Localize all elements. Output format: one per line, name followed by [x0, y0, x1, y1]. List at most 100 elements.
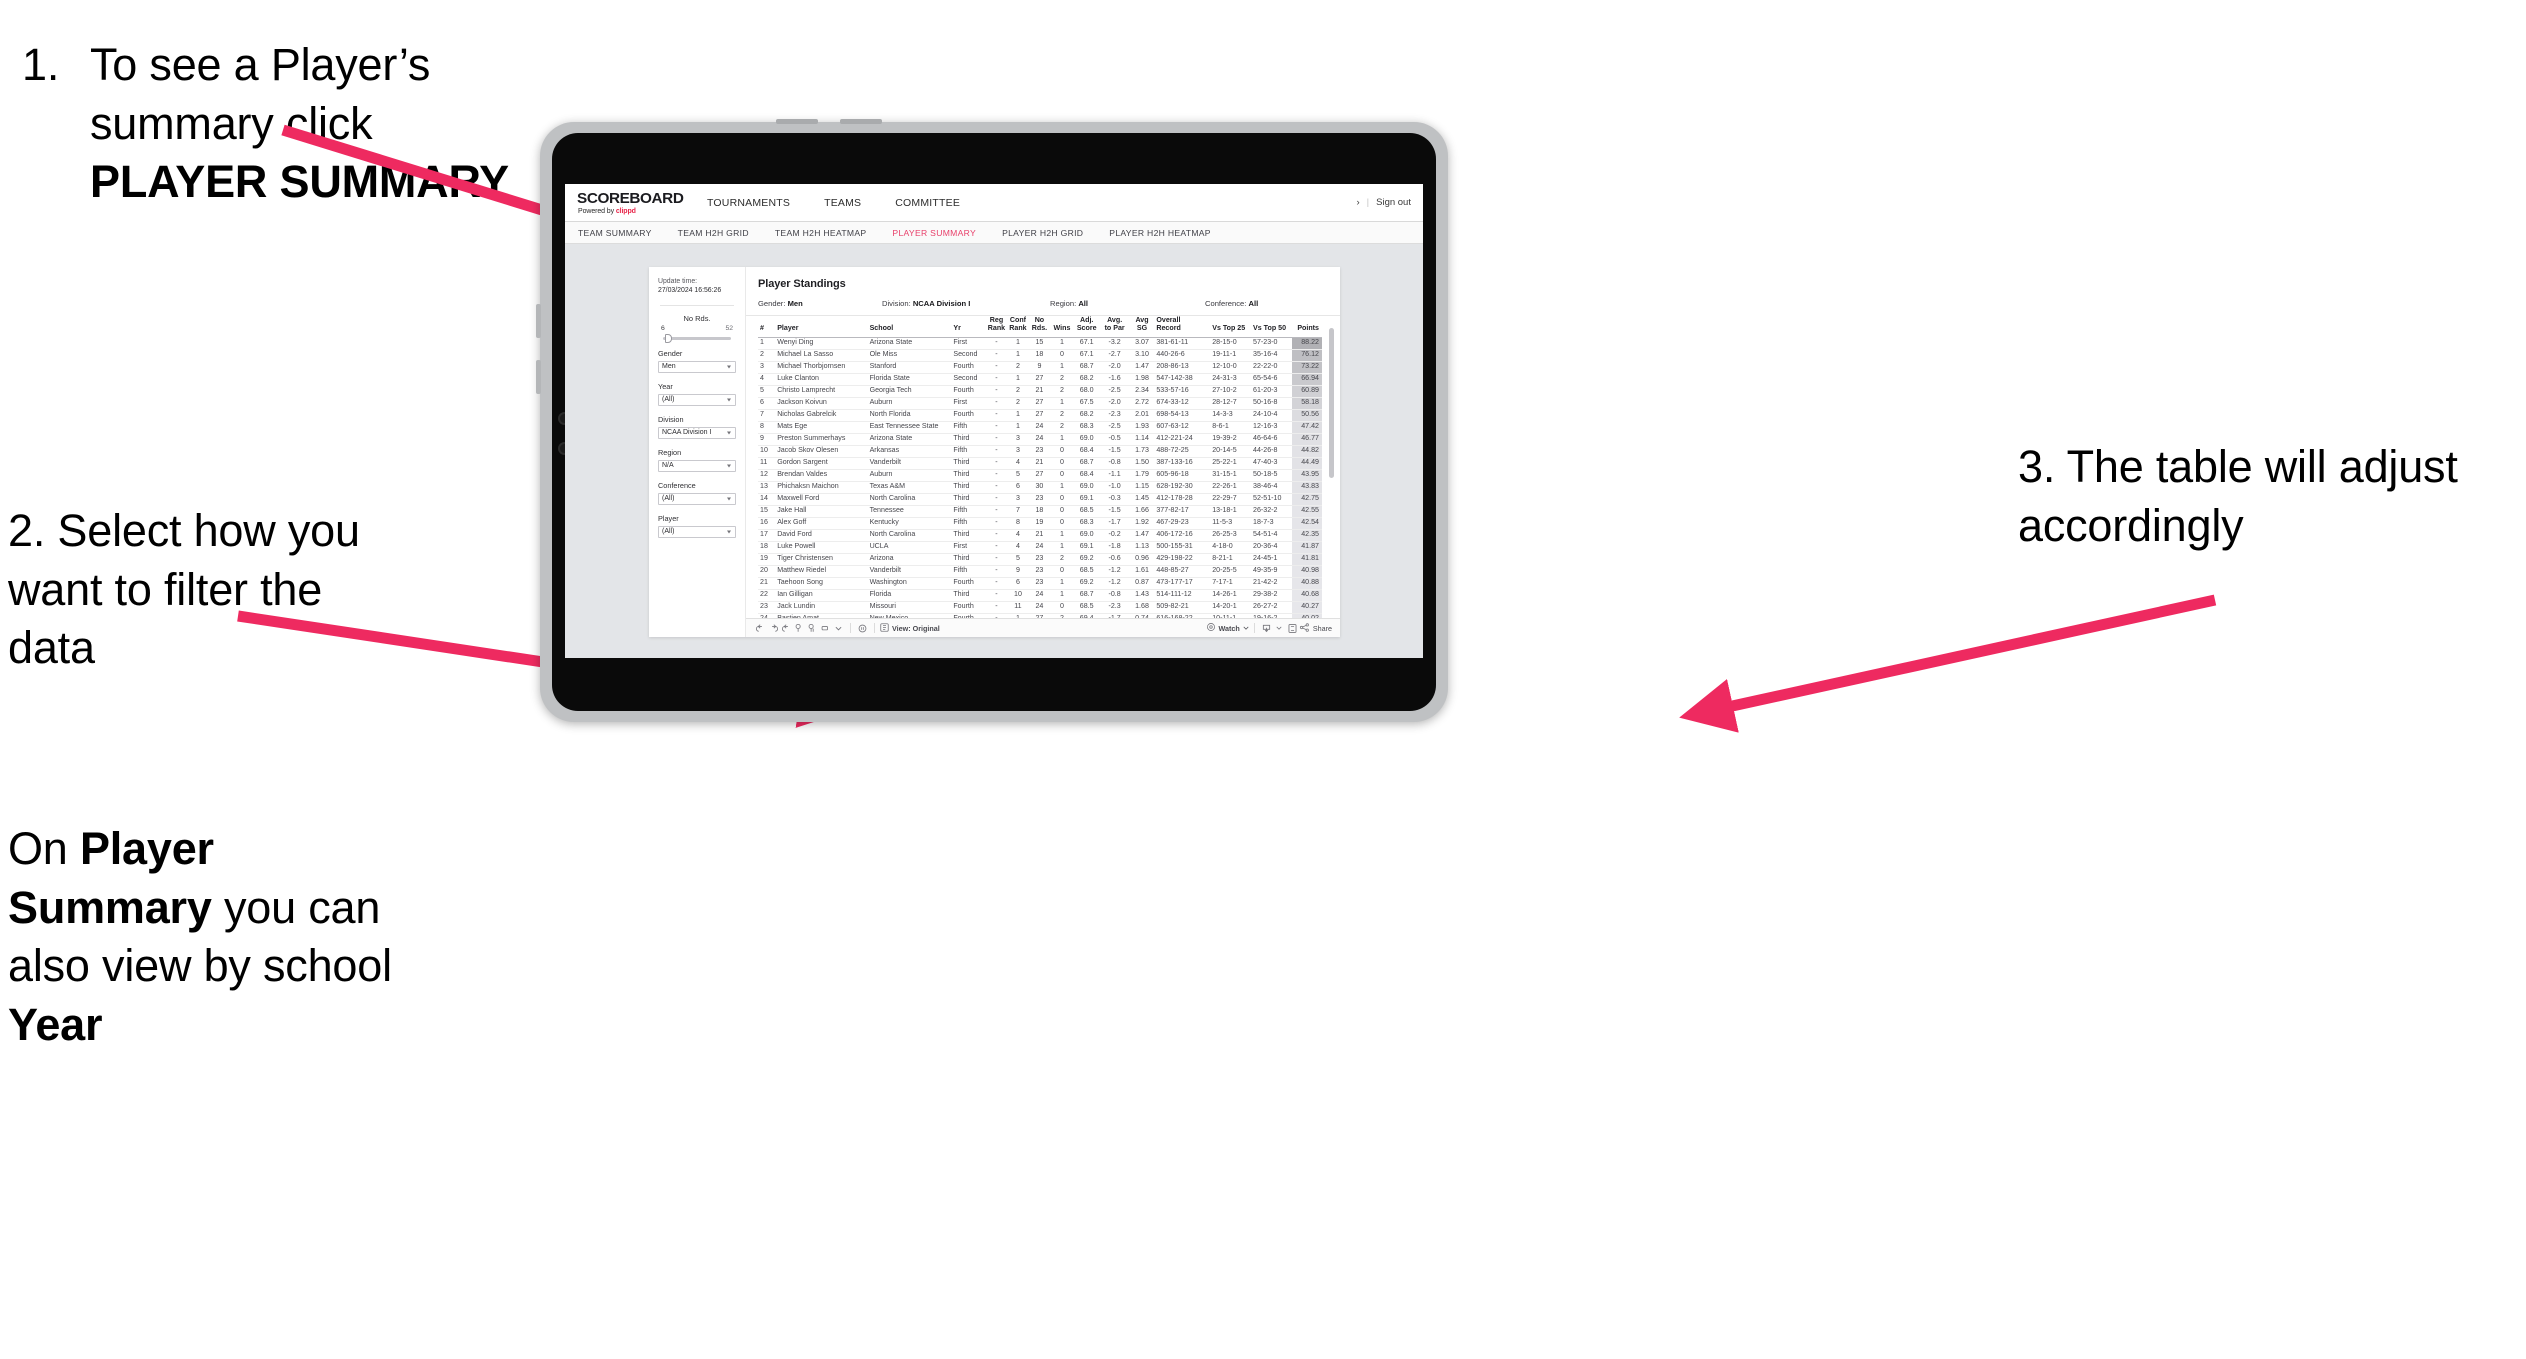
- no-rounds-slider-track[interactable]: [663, 333, 731, 343]
- table-row[interactable]: 4 Luke Clanton Florida State Second -1 27 2 68.…: [758, 373, 1322, 386]
- cell-school: Ole Miss: [867, 349, 952, 362]
- table-row[interactable]: 13 Phichaksn Maichon Texas A&M Third -6 30 1 69…: [758, 481, 1322, 494]
- cell-vs_top_25: 24-31-3: [1210, 373, 1252, 386]
- tab-player-h2h-heatmap[interactable]: PLAYER H2H HEATMAP: [1109, 228, 1211, 238]
- table-row[interactable]: 22 Ian Gilligan Florida Third -10 24 1 68.7 -0.8…: [758, 589, 1322, 602]
- filter-year: Year (All): [658, 382, 736, 406]
- cell-school: East Tennessee State: [867, 421, 952, 434]
- summary-conference: Conference: All: [1205, 299, 1258, 308]
- player-dropdown[interactable]: (All): [658, 525, 736, 538]
- table-row[interactable]: 23 Jack Lundin Missouri Fourth -11 24 0 68.5 -2.…: [758, 601, 1322, 614]
- user-chevron-icon[interactable]: ›: [1356, 197, 1359, 208]
- column-header-school[interactable]: School: [867, 316, 952, 338]
- cell-avg_sg: 1.61: [1129, 565, 1155, 578]
- table-row[interactable]: 6 Jackson Koivun Auburn First -2 27 1 67.5 -2.0 2…: [758, 397, 1322, 410]
- tab-player-h2h-grid[interactable]: PLAYER H2H GRID: [1002, 228, 1083, 238]
- table-row[interactable]: 8 Mats Ege East Tennessee State Fifth -1 24 2 6…: [758, 421, 1322, 434]
- nav-tournaments[interactable]: TOURNAMENTS: [690, 184, 807, 221]
- cell-wins: 2: [1050, 553, 1074, 566]
- table-row[interactable]: 3 Michael Thorbjornsen Stanford Fourth -2 9 1 6…: [758, 361, 1322, 374]
- column-header-reg_rank[interactable]: Reg Rank: [985, 316, 1008, 338]
- tab-team-h2h-heatmap[interactable]: TEAM H2H HEATMAP: [775, 228, 867, 238]
- download-icon[interactable]: [1260, 622, 1273, 635]
- redo-icon[interactable]: [767, 622, 780, 635]
- cell-school: Florida State: [867, 373, 952, 386]
- table-row[interactable]: 9 Preston Summerhays Arizona State Third -3 2…: [758, 433, 1322, 446]
- column-header-no_rds[interactable]: No Rds.: [1028, 316, 1051, 338]
- table-row[interactable]: 11 Gordon Sargent Vanderbilt Third -4 21 0 68.7…: [758, 457, 1322, 470]
- column-header-avg_sg[interactable]: Avg SG: [1129, 316, 1155, 338]
- year-dropdown[interactable]: (All): [658, 393, 736, 406]
- table-row[interactable]: 12 Brendan Valdes Auburn Third -5 27 0 68.4 -1.1…: [758, 469, 1322, 482]
- column-header-wins[interactable]: Wins: [1050, 316, 1074, 338]
- gender-dropdown[interactable]: Men: [658, 360, 736, 373]
- year-label: Year: [658, 381, 673, 391]
- fullscreen-icon[interactable]: [1286, 622, 1299, 635]
- table-row[interactable]: 2 Michael La Sasso Ole Miss Second -1 18 0 67.1…: [758, 349, 1322, 362]
- conference-dropdown[interactable]: (All): [658, 492, 736, 505]
- table-row[interactable]: 5 Christo Lamprecht Georgia Tech Fourth -2 21…: [758, 385, 1322, 398]
- cell-avg_sg: 2.01: [1129, 409, 1155, 422]
- revert-icon[interactable]: [780, 622, 793, 635]
- cell-overall_record: 628-192-30: [1154, 481, 1211, 494]
- cell-adj_score: 68.4: [1073, 469, 1100, 482]
- table-row[interactable]: 15 Jake Hall Tennessee Fifth -7 18 0 68.5 -1.5 1.…: [758, 505, 1322, 518]
- scoreboard-logo: SCOREBOARD Powered by clippd: [577, 191, 684, 215]
- table-row[interactable]: 16 Alex Goff Kentucky Fifth -8 19 0 68.3 -1.7 1.9…: [758, 517, 1322, 530]
- cell-vs_top_50: 26-32-2: [1251, 505, 1292, 518]
- column-header-avg_to_par[interactable]: Avg. to Par: [1099, 316, 1130, 338]
- column-header-vs_top_25[interactable]: Vs Top 25: [1210, 316, 1252, 338]
- cell-wins: 1: [1050, 433, 1074, 446]
- tab-team-summary[interactable]: TEAM SUMMARY: [578, 228, 652, 238]
- pause-auto-updates-icon[interactable]: [856, 622, 869, 635]
- cell-no_rds: 18: [1028, 349, 1051, 362]
- share-button[interactable]: Share: [1299, 622, 1332, 635]
- no-rounds-slider-handle[interactable]: [665, 333, 672, 343]
- chevron-down-icon[interactable]: [832, 622, 845, 635]
- column-header-player[interactable]: Player: [775, 316, 868, 338]
- chevron-down-icon[interactable]: [1273, 622, 1286, 635]
- column-header-adj_score[interactable]: Adj. Score: [1073, 316, 1100, 338]
- table-row[interactable]: 10 Jacob Skov Olesen Arkansas Fifth -3 23 0 68.…: [758, 445, 1322, 458]
- view-original-button[interactable]: View: Original: [880, 622, 940, 634]
- column-header-points[interactable]: Points: [1291, 316, 1322, 338]
- tab-player-summary[interactable]: PLAYER SUMMARY: [892, 228, 976, 238]
- sign-out-link[interactable]: Sign out: [1376, 197, 1411, 208]
- no-rounds-min: 6: [661, 324, 665, 332]
- cell-reg_rank: -: [985, 565, 1008, 578]
- filter-player: Player (All): [658, 514, 736, 538]
- watch-button[interactable]: Watch: [1206, 622, 1249, 634]
- nav-teams[interactable]: TEAMS: [807, 184, 878, 221]
- cell-rank: 2: [758, 349, 776, 362]
- division-dropdown[interactable]: NCAA Division I: [658, 426, 736, 439]
- cell-avg_to_par: -1.7: [1099, 613, 1130, 618]
- table-row[interactable]: 1 Wenyi Ding Arizona State First -1 15 1 67.1 -3…: [758, 337, 1322, 350]
- cell-avg_sg: 1.92: [1129, 517, 1155, 530]
- view-toggle-icon[interactable]: [819, 622, 832, 635]
- table-row[interactable]: 14 Maxwell Ford North Carolina Third -3 23 0 69…: [758, 493, 1322, 506]
- column-header-rank[interactable]: #: [758, 316, 776, 338]
- region-dropdown[interactable]: N/A: [658, 459, 736, 472]
- refresh-icon[interactable]: [793, 622, 806, 635]
- cell-rank: 12: [758, 469, 776, 482]
- table-row[interactable]: 7 Nicholas Gabrelcik North Florida Fourth -1…: [758, 409, 1322, 422]
- pause-icon[interactable]: [806, 622, 819, 635]
- table-row[interactable]: 24Bastien AmatNew MexicoFourth-127269.4-…: [758, 613, 1322, 618]
- tab-team-h2h-grid[interactable]: TEAM H2H GRID: [678, 228, 749, 238]
- column-header-overall_record[interactable]: Overall Record: [1154, 316, 1211, 338]
- nav-committee[interactable]: COMMITTEE: [878, 184, 977, 221]
- table-row[interactable]: 18 Luke Powell UCLA First -4 24 1 69.1 -1.8 1.13 5…: [758, 541, 1322, 554]
- column-header-vs_top_50[interactable]: Vs Top 50: [1251, 316, 1292, 338]
- powered-prefix: Powered by: [578, 207, 616, 215]
- table-row[interactable]: 17 David Ford North Carolina Third -4 21 1 69.0…: [758, 529, 1322, 542]
- cell-vs_top_25: 8-21-1: [1210, 553, 1252, 566]
- table-row[interactable]: 21 Taehoon Song Washington Fourth -6 23 1 69.2-…: [758, 577, 1322, 590]
- column-header-yr[interactable]: Yr: [951, 316, 986, 338]
- table-scrollbar-thumb[interactable]: [1329, 328, 1334, 478]
- column-header-conf_rank[interactable]: Conf Rank: [1007, 316, 1029, 338]
- undo-icon[interactable]: [754, 622, 767, 635]
- view-icon: [880, 622, 889, 634]
- table-row[interactable]: 19 Tiger Christensen Arizona Third -5 23 2 69.2…: [758, 553, 1322, 566]
- cell-vs_top_25: 28-12-7: [1210, 397, 1252, 410]
- table-row[interactable]: 20 Matthew Riedel Vanderbilt Fifth -9 23 0 68.5…: [758, 565, 1322, 578]
